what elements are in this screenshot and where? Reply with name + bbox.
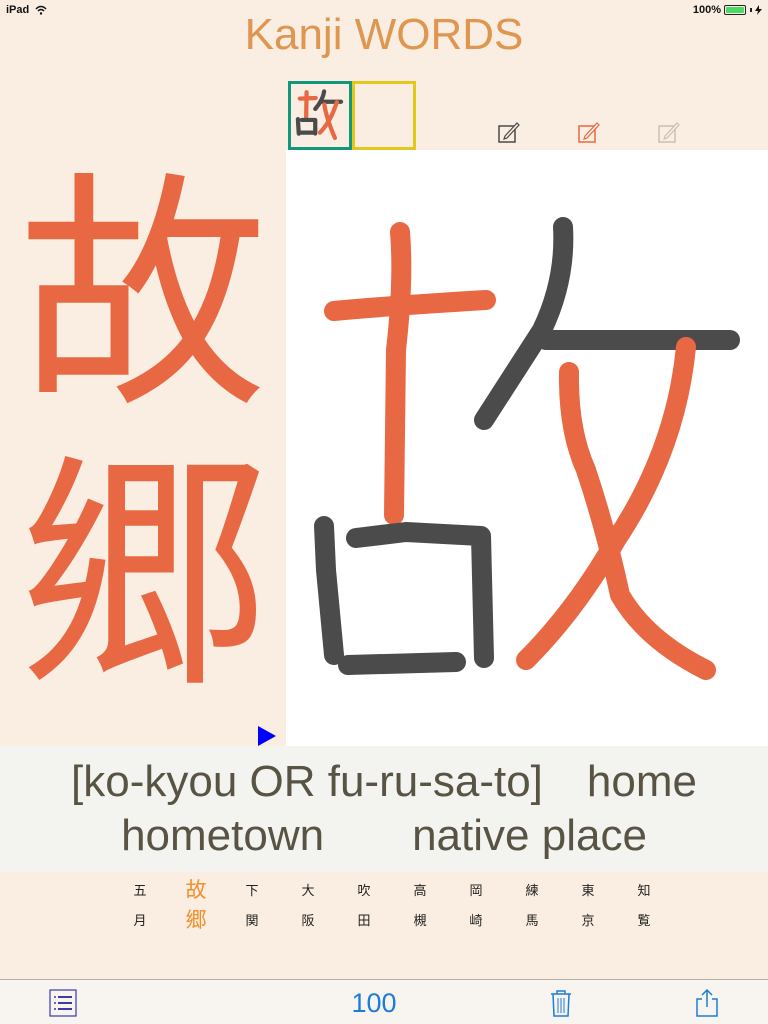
- edit-orange-icon[interactable]: [577, 120, 601, 144]
- play-icon[interactable]: [258, 726, 276, 746]
- word-list-item[interactable]: 知覧: [616, 878, 672, 938]
- drawing-canvas[interactable]: [286, 150, 768, 746]
- trash-icon[interactable]: [547, 988, 575, 1018]
- word-list-item[interactable]: 高槻: [392, 878, 448, 938]
- word-list-item-selected[interactable]: 故郷: [168, 878, 224, 938]
- stroke-4: [346, 522, 494, 668]
- word-list-item[interactable]: 吹田: [336, 878, 392, 938]
- word-list-item[interactable]: 練馬: [504, 878, 560, 938]
- word-list-item[interactable]: 五月: [112, 878, 168, 938]
- list-icon[interactable]: [49, 988, 77, 1018]
- stroke-5: [338, 652, 466, 675]
- stroke-6: [474, 217, 574, 430]
- stroke-preview: [295, 89, 344, 141]
- word-kanji-1: 故: [18, 151, 268, 442]
- word-list-item[interactable]: 大阪: [280, 878, 336, 938]
- stroke-3: [314, 516, 344, 665]
- word-kanji-2: 郷: [18, 431, 268, 722]
- reading: [ko-kyou OR fu-ru-sa-to]: [71, 757, 543, 806]
- meaning-home: home: [586, 757, 697, 806]
- word-list: 五月 故郷 下関 大阪 吹田 高槻 岡崎 練馬 東京 知覧: [112, 878, 672, 938]
- bottom-toolbar: 100: [0, 979, 768, 1024]
- stroke-2: [384, 222, 412, 525]
- edit-dark-icon[interactable]: [497, 120, 521, 144]
- edit-light-icon[interactable]: [657, 120, 681, 144]
- handwritten-strokes: [314, 217, 740, 680]
- word-list-item[interactable]: 岡崎: [448, 878, 504, 938]
- share-icon[interactable]: [693, 988, 721, 1018]
- meaning-line-2: hometown native place: [121, 811, 647, 860]
- next-kanji-thumbnail[interactable]: [352, 81, 416, 150]
- app-title: Kanji WORDS: [244, 10, 524, 59]
- word-list-item[interactable]: 東京: [560, 878, 616, 938]
- meaning-panel: [ko-kyou OR fu-ru-sa-to] home hometown n…: [0, 746, 768, 872]
- meaning-line-1: [ko-kyou OR fu-ru-sa-to] home: [0, 755, 768, 809]
- current-kanji-thumbnail[interactable]: [288, 81, 352, 150]
- word-display-panel: 故 郷: [0, 150, 286, 746]
- word-count: 100: [351, 988, 397, 1018]
- word-list-item[interactable]: 下関: [224, 878, 280, 938]
